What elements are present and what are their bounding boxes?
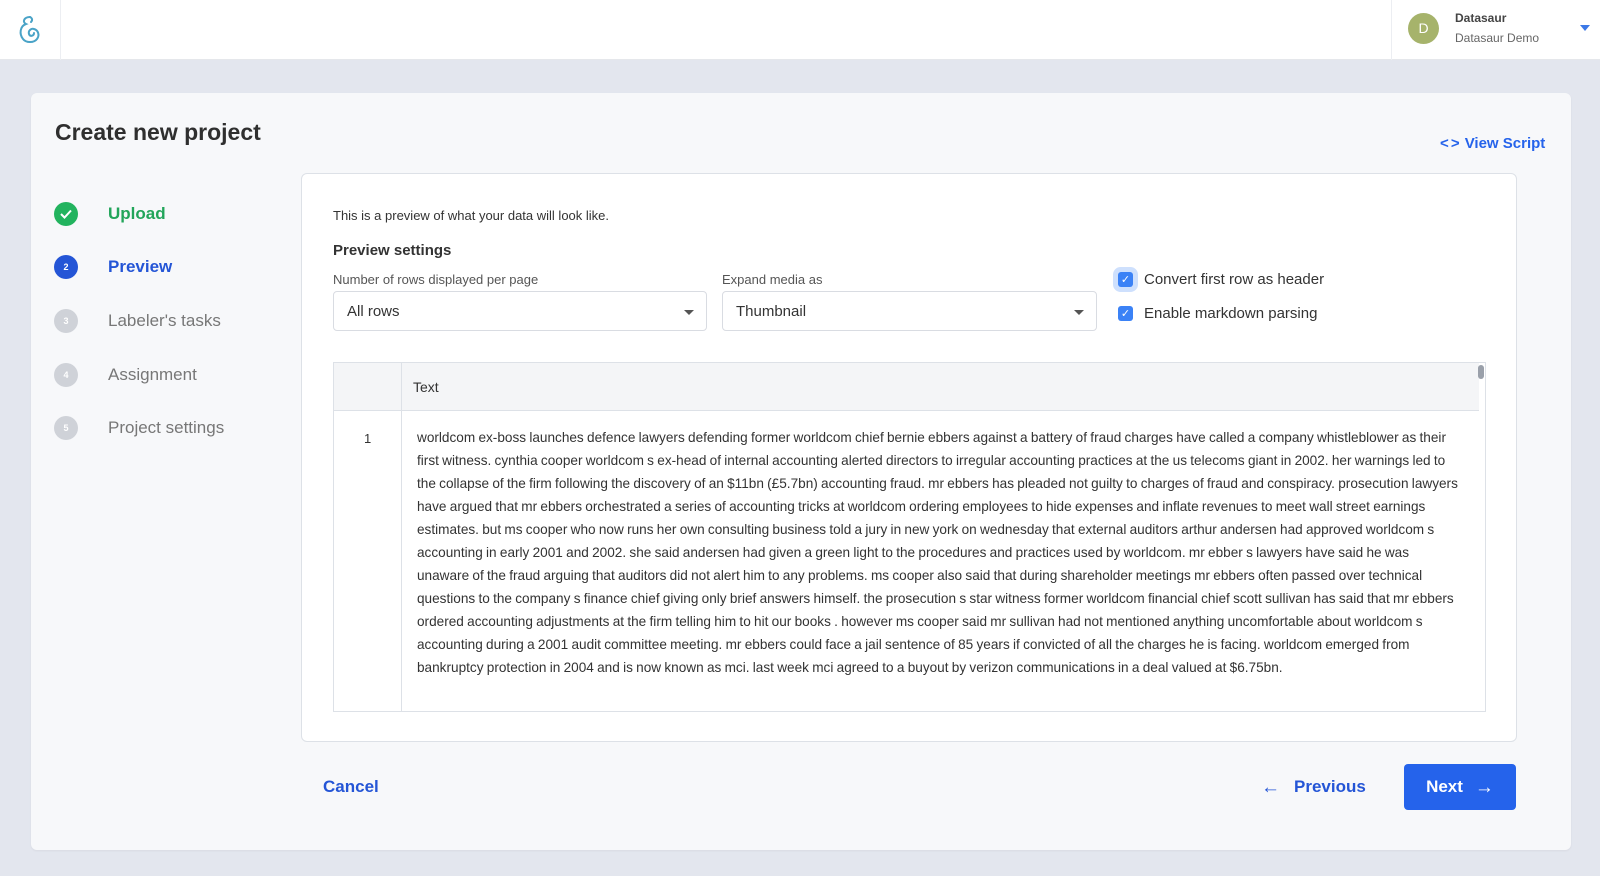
chevron-down-icon [1074, 310, 1084, 315]
step-number: 3 [54, 309, 78, 333]
chevron-down-icon[interactable] [1580, 25, 1590, 31]
preview-intro: This is a preview of what your data will… [333, 208, 610, 223]
next-label: Next [1426, 777, 1463, 796]
arrow-right-icon: → [1474, 776, 1494, 798]
markdown-label: Enable markdown parsing [1144, 305, 1318, 322]
chevron-down-icon [684, 310, 694, 315]
column-header-text: Text [413, 379, 439, 395]
step-assignment[interactable]: 4 Assignment [54, 362, 197, 388]
user-name: Datasaur [1455, 11, 1507, 25]
rows-per-page-select[interactable]: All rows [333, 291, 707, 331]
step-number: 2 [54, 255, 78, 279]
convert-header-checkbox-row[interactable]: ✓ Convert first row as header [1118, 271, 1324, 288]
step-label: Labeler's tasks [108, 311, 221, 330]
code-icon: < > [1440, 135, 1460, 152]
rows-per-page-label: Number of rows displayed per page [333, 272, 539, 287]
row-number: 1 [364, 431, 372, 446]
preview-table[interactable]: Text 1 worldcom ex-boss launches defence… [333, 362, 1486, 712]
markdown-checkbox[interactable]: ✓ [1118, 306, 1133, 321]
markdown-checkbox-row[interactable]: ✓ Enable markdown parsing [1118, 305, 1317, 322]
logo-icon [19, 16, 40, 43]
rows-per-page-value: All rows [347, 302, 400, 320]
step-number: 4 [54, 363, 78, 387]
step-label: Upload [108, 204, 166, 223]
expand-media-label: Expand media as [722, 272, 823, 287]
step-labelers-tasks[interactable]: 3 Labeler's tasks [54, 308, 221, 334]
step-upload[interactable]: Upload [54, 201, 166, 227]
expand-media-value: Thumbnail [736, 302, 807, 320]
scrollbar[interactable] [1478, 365, 1484, 379]
user-menu[interactable]: D Datasaur Datasaur Demo [1391, 0, 1600, 60]
table-cell-text: worldcom ex-boss launches defence lawyer… [417, 430, 1458, 675]
preview-settings-title: Preview settings [333, 242, 452, 259]
page-title: Create new project [55, 119, 261, 145]
create-project-card: Create new project < > View Script Uploa… [31, 93, 1571, 850]
step-number: 5 [54, 416, 78, 440]
view-script-link[interactable]: < > View Script [1440, 135, 1545, 152]
step-label: Assignment [108, 365, 197, 384]
view-script-label: View Script [1464, 135, 1546, 152]
preview-panel: This is a preview of what your data will… [301, 173, 1517, 742]
top-bar: D Datasaur Datasaur Demo [0, 0, 1600, 60]
check-circle-icon [54, 202, 78, 226]
table-header: Text [334, 363, 1479, 411]
previous-label: Previous [1294, 777, 1366, 796]
expand-media-select[interactable]: Thumbnail [722, 291, 1097, 331]
datasaur-logo[interactable] [0, 0, 61, 60]
step-project-settings[interactable]: 5 Project settings [54, 415, 224, 441]
convert-header-label: Convert first row as header [1144, 271, 1325, 288]
user-team: Datasaur Demo [1455, 31, 1540, 45]
next-button[interactable]: Next → [1404, 764, 1516, 810]
step-preview[interactable]: 2 Preview [54, 254, 172, 280]
step-label: Preview [108, 257, 173, 276]
convert-header-checkbox[interactable]: ✓ [1118, 272, 1133, 287]
previous-button[interactable]: ← Previous [1261, 777, 1366, 797]
avatar: D [1408, 13, 1439, 44]
arrow-left-icon: ← [1261, 776, 1280, 798]
step-label: Project settings [108, 418, 225, 437]
cancel-button[interactable]: Cancel [323, 777, 379, 797]
column-divider [401, 363, 402, 711]
